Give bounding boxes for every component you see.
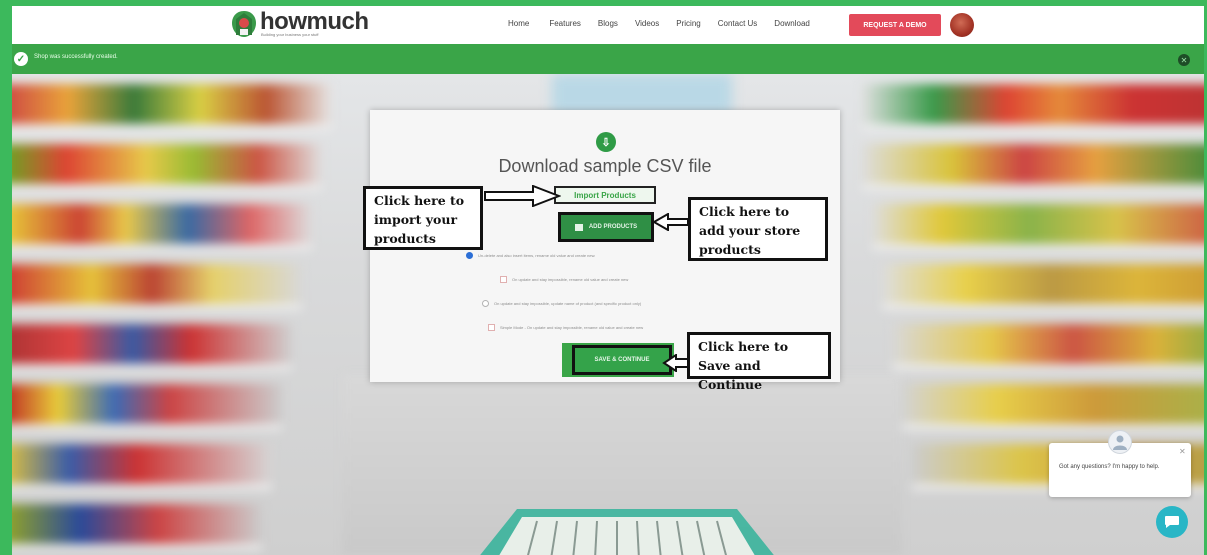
save-continue-wrapper: SAVE & CONTINUE	[562, 343, 674, 377]
brand-tagline: Building your business your stuff	[261, 32, 319, 37]
nav-pricing[interactable]: Pricing	[676, 19, 700, 28]
import-products-link[interactable]: Import Products	[554, 186, 656, 204]
success-message: Shop was successfully created.	[34, 54, 118, 60]
arrow-right-icon	[484, 185, 561, 207]
app-frame: howmuch Building your business your stuf…	[12, 6, 1204, 555]
person-icon	[1113, 435, 1127, 450]
top-navbar: howmuch Building your business your stuf…	[12, 6, 1204, 44]
nav-videos[interactable]: Videos	[635, 19, 659, 28]
option-row[interactable]: Un-delete and also insert items, rename …	[466, 250, 595, 260]
arrow-left-icon	[652, 213, 689, 231]
download-csv-link[interactable]: Download sample CSV file	[370, 156, 840, 177]
check-icon: ✓	[14, 52, 28, 66]
left-shelves	[12, 74, 382, 555]
howmuch-logo-icon	[232, 11, 256, 37]
option-label: On update and stay impossible, rename ol…	[512, 276, 629, 282]
nav-download[interactable]: Download	[774, 19, 810, 28]
nav-blogs[interactable]: Blogs	[598, 19, 618, 28]
ceiling-light	[552, 74, 732, 114]
success-notification: ✓ Shop was successfully created. ✕	[12, 44, 1204, 74]
add-products-label: ADD PRODUCTS	[588, 224, 638, 230]
nav-home[interactable]: Home	[508, 19, 529, 28]
option-label: Simple Mode - On update and stay impossi…	[500, 324, 644, 330]
user-avatar[interactable]	[950, 13, 974, 37]
option-label: On update and stay impossible, update na…	[494, 300, 642, 306]
option-row[interactable]: On update and stay impossible, rename ol…	[500, 274, 628, 284]
option-label: Un-delete and also insert items, rename …	[478, 252, 596, 258]
option-row[interactable]: Simple Mode - On update and stay impossi…	[488, 322, 643, 332]
radio-button[interactable]	[466, 251, 473, 259]
arrow-left-icon	[662, 354, 689, 372]
request-demo-button[interactable]: REQUEST A DEMO	[849, 14, 941, 36]
close-icon[interactable]: ✕	[1178, 54, 1190, 66]
chat-icon	[1165, 516, 1179, 528]
add-products-button[interactable]: ADD PRODUCTS	[558, 212, 654, 242]
chat-close-icon[interactable]: ✕	[1179, 447, 1186, 456]
chat-message: Got any questions? I'm happy to help.	[1059, 464, 1160, 470]
cloud-download-icon: ⇩	[596, 132, 616, 152]
chat-launcher-button[interactable]	[1156, 506, 1188, 538]
save-continue-button[interactable]: SAVE & CONTINUE	[572, 345, 672, 375]
callout-add: Click here to add your store products	[688, 197, 828, 261]
nav-features[interactable]: Features	[549, 19, 581, 28]
callout-import: Click here to import your products	[363, 186, 483, 250]
radio-button[interactable]	[482, 299, 489, 307]
checkbox[interactable]	[500, 275, 507, 283]
nav-contact[interactable]: Contact Us	[718, 19, 758, 28]
shopping-cart-graphic	[480, 509, 774, 555]
document-icon	[574, 223, 583, 231]
support-agent-avatar	[1108, 430, 1132, 454]
callout-save: Click here to Save and Continue	[687, 332, 831, 392]
option-row[interactable]: On update and stay impossible, update na…	[482, 298, 641, 308]
nav-menu: Home Features Blogs Videos Pricing Conta…	[508, 19, 810, 28]
checkbox[interactable]	[488, 323, 495, 331]
